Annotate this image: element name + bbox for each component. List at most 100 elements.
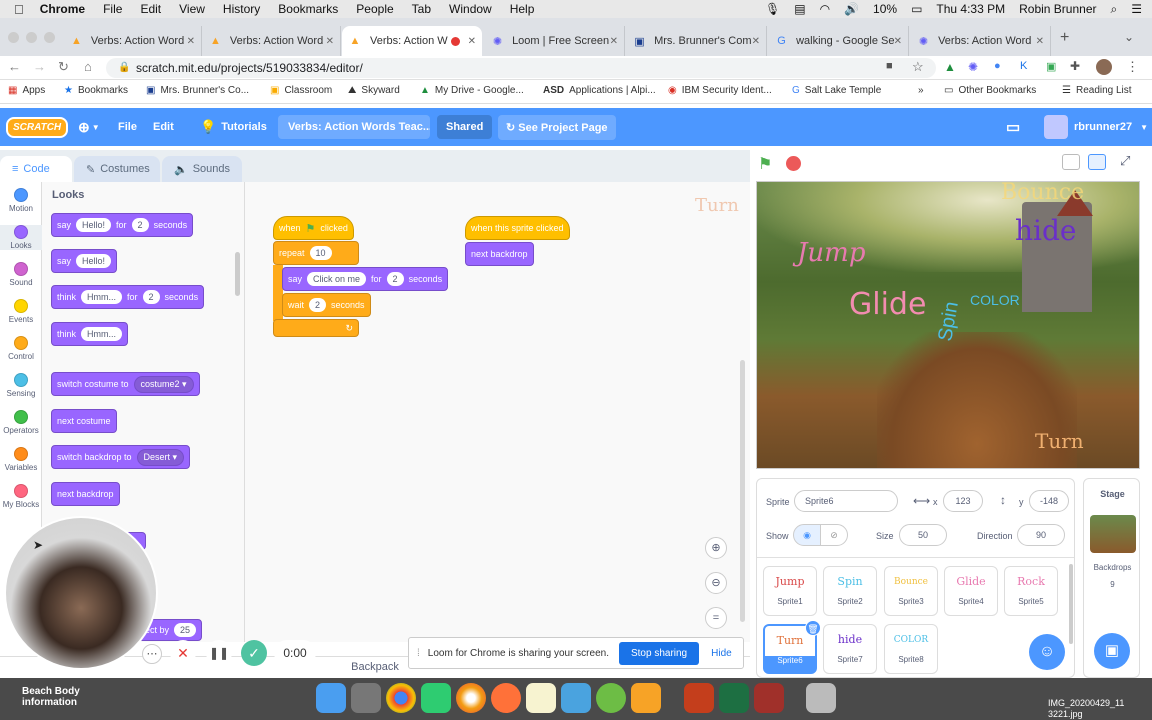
bookmark-my-drive[interactable]: ▲ My Drive - Google... <box>420 85 524 96</box>
new-tab-icon[interactable]: + <box>1060 29 1069 47</box>
window-minimize-dot[interactable] <box>26 32 37 43</box>
volume-icon[interactable]: 🔊 <box>844 2 859 16</box>
show-visible-button[interactable]: ◉ <box>793 524 821 546</box>
loom-finish-icon[interactable]: ✓ <box>241 640 267 666</box>
app-icon[interactable] <box>561 683 591 713</box>
bookmark-star-icon[interactable]: ☆ <box>912 59 924 75</box>
user-name[interactable]: Robin Brunner <box>1019 2 1096 16</box>
block-think[interactable]: think Hmm... <box>51 322 129 346</box>
zoom-reset-icon[interactable]: = <box>705 607 727 629</box>
direction-input[interactable]: 90 <box>1017 524 1065 546</box>
category-events[interactable]: Events <box>0 299 42 324</box>
loom-cancel-icon[interactable]: ✕ <box>170 640 196 666</box>
extension-icon[interactable]: ● <box>994 60 1001 72</box>
menu-edit[interactable]: Edit <box>140 2 161 16</box>
stage-text-jump[interactable]: Jump <box>797 238 865 268</box>
tutorials-button[interactable]: 💡 Tutorials <box>200 108 267 146</box>
clock[interactable]: Thu 4:33 PM <box>936 2 1005 16</box>
firefox-icon[interactable] <box>491 683 521 713</box>
notes-icon[interactable] <box>526 683 556 713</box>
window-zoom-dot[interactable] <box>44 32 55 43</box>
stage-selector[interactable]: Stage Backdrops 9 ▣ <box>1083 478 1140 678</box>
stage-text-bounce[interactable]: Bounce <box>1001 182 1084 205</box>
home-icon[interactable]: ⌂ <box>84 59 92 74</box>
category-motion[interactable]: Motion <box>0 188 42 213</box>
k-ext-icon[interactable]: K <box>1020 60 1027 72</box>
small-stage-icon[interactable] <box>1062 154 1080 170</box>
trash-icon[interactable] <box>806 683 836 713</box>
menu-view[interactable]: View <box>179 2 205 16</box>
size-input[interactable]: 50 <box>899 524 947 546</box>
flag-icon[interactable]: ▤ <box>794 2 805 16</box>
block-think-for-secs[interactable]: think Hmm... for 2 seconds <box>51 285 205 309</box>
wifi-icon[interactable]: ◠ <box>820 2 830 16</box>
photos-icon[interactable] <box>456 683 486 713</box>
sprite-tile[interactable]: Jump Sprite1 <box>763 566 817 616</box>
bookmark-ibm[interactable]: ◉ IBM Security Ident... <box>668 85 772 96</box>
powerpoint-icon[interactable] <box>684 683 714 713</box>
battery-percent[interactable]: 10% <box>873 2 897 16</box>
bookmark-classroom[interactable]: ▣ Classroom <box>270 85 332 96</box>
hide-button[interactable]: Hide <box>711 648 732 659</box>
microphone-icon[interactable]: 🎙 <box>765 2 780 16</box>
bookmark-apps[interactable]: ▦ Apps <box>8 85 45 96</box>
y-position-input[interactable]: -148 <box>1029 490 1069 512</box>
my-stuff-folder-icon[interactable]: ▭ <box>1006 108 1020 146</box>
zoom-in-icon[interactable]: ⊕ <box>705 537 727 559</box>
sprite-tile[interactable]: Bounce Sprite3 <box>884 566 938 616</box>
menu-edit-scratch[interactable]: Edit <box>153 108 174 146</box>
excel-icon[interactable] <box>719 683 749 713</box>
x-position-input[interactable]: 123 <box>943 490 983 512</box>
forward-icon[interactable]: → <box>33 59 46 74</box>
choose-sprite-cat-icon[interactable]: ☺ <box>1029 634 1065 670</box>
stage-text-turn[interactable]: Turn <box>1035 429 1084 453</box>
sprite-tile[interactable]: COLOR Sprite8 <box>884 624 938 674</box>
scratch-logo[interactable]: SCRATCH <box>6 108 69 146</box>
browser-tab[interactable]: Gwalking - Google Se ✕ <box>769 26 909 56</box>
block-say[interactable]: say Hello! <box>51 249 118 273</box>
block-next-costume[interactable]: next costume <box>51 409 117 433</box>
bookmark-applications[interactable]: ASD Applications | Alpi... <box>543 85 656 96</box>
sprite-tile-selected[interactable]: Turn Sprite6 🗑 <box>763 620 821 674</box>
close-icon[interactable]: ✕ <box>1036 36 1044 47</box>
category-operators[interactable]: Operators <box>0 410 42 435</box>
menu-app-name[interactable]: Chrome <box>40 2 85 16</box>
fullscreen-icon[interactable]: ⤢ <box>1120 153 1130 169</box>
block-switch-backdrop[interactable]: switch backdrop to Desert ▾ <box>51 445 191 469</box>
launchpad-icon[interactable] <box>351 683 381 713</box>
project-title-field[interactable]: Verbs: Action Words Teac... <box>278 108 430 146</box>
browser-tab[interactable]: ▲ Verbs: Action Word ✕ <box>64 26 202 56</box>
tab-costumes[interactable]: ✎ Costumes <box>74 156 160 182</box>
close-icon[interactable]: ✕ <box>752 36 760 47</box>
control-wait[interactable]: wait 2 seconds <box>282 293 371 317</box>
battery-icon[interactable]: ▭ <box>911 2 922 16</box>
menu-help[interactable]: Help <box>510 2 535 16</box>
show-hidden-button[interactable]: ⊘ <box>820 524 848 546</box>
account-menu[interactable]: rbrunner27 ▼ <box>1044 108 1148 146</box>
language-menu[interactable]: ⊕ ▼ <box>78 108 100 146</box>
category-control[interactable]: Control <box>0 336 42 361</box>
close-icon[interactable]: ✕ <box>894 36 902 47</box>
category-sensing[interactable]: Sensing <box>0 373 42 398</box>
menu-file[interactable]: File <box>103 2 122 16</box>
dictionary-icon[interactable] <box>754 683 784 713</box>
puzzle-icon[interactable]: ✚ <box>1070 59 1080 73</box>
category-variables[interactable]: Variables <box>0 447 42 472</box>
menu-people[interactable]: People <box>356 2 393 16</box>
bookmark-reading-list[interactable]: ☰ Reading List <box>1062 85 1132 96</box>
sprite-tile[interactable]: Rock Sprite5 <box>1004 566 1058 616</box>
drive-ext-icon[interactable]: ▲ <box>944 60 956 74</box>
block-say-for-secs[interactable]: say Hello! for 2 seconds <box>51 213 194 237</box>
loom-camera-bubble[interactable] <box>4 516 158 670</box>
stop-icon[interactable] <box>786 156 801 171</box>
drag-handle-icon[interactable]: ⁞ <box>417 648 420 659</box>
bookmark-salt-lake-temple[interactable]: G Salt Lake Temple <box>792 85 881 96</box>
facetime-icon[interactable] <box>421 683 451 713</box>
bookmark-bookmarks[interactable]: ★ Bookmarks <box>64 85 128 96</box>
block-say-for-secs[interactable]: say Click on me for 2 seconds <box>282 267 449 291</box>
menu-history[interactable]: History <box>223 2 260 16</box>
back-icon[interactable]: ← <box>8 59 21 74</box>
loom-pause-icon[interactable]: ❚❚ <box>206 640 232 666</box>
bookmarks-overflow[interactable]: » <box>918 85 924 96</box>
hat-when-sprite-clicked[interactable]: when this sprite clicked <box>465 216 570 240</box>
